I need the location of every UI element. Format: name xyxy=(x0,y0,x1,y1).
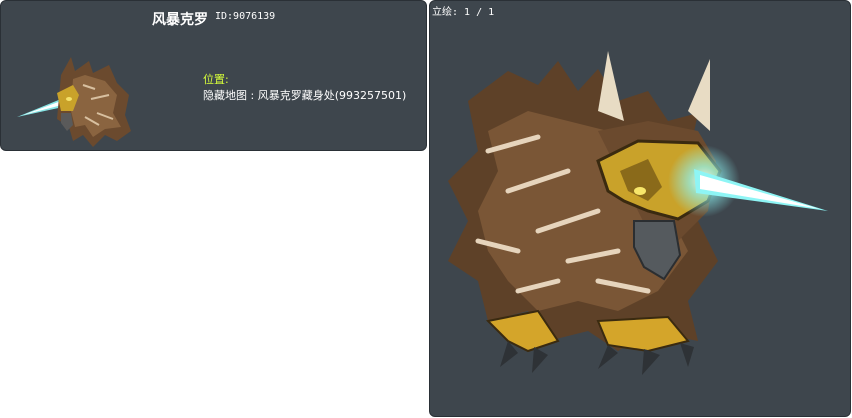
griffin-creature-illustration xyxy=(448,51,828,375)
mob-id: ID:9076139 xyxy=(215,11,276,22)
illustration-counter: 立绘: 1 / 1 xyxy=(432,7,495,18)
mob-name: 风暴克罗 xyxy=(152,12,208,28)
location-label: 位置: xyxy=(203,73,229,86)
illustration-panel: 立绘: 1 / 1 xyxy=(429,0,851,417)
griffin-creature-icon xyxy=(17,57,131,147)
mob-info-card: 风暴克罗 ID:9076139 位置: 隐藏地图 : 风暴克罗藏身处(99325… xyxy=(0,0,427,151)
location-value: 隐藏地图 : 风暴克罗藏身处(993257501) xyxy=(203,89,407,102)
